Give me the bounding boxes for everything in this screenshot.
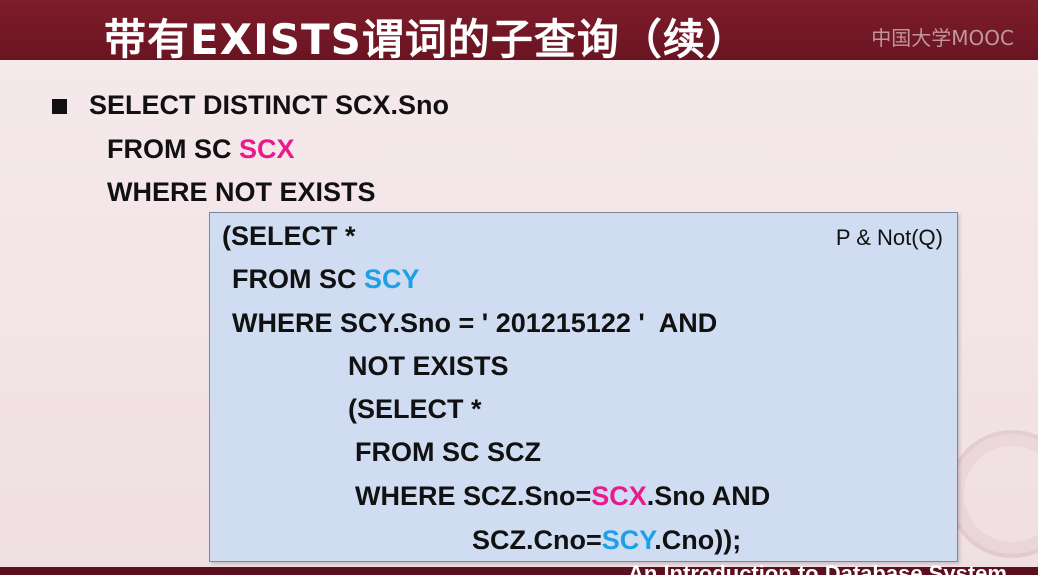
alias-scy: SCY	[601, 525, 655, 555]
bullet-square-icon	[52, 99, 67, 114]
subquery-line-1: (SELECT *	[222, 221, 356, 251]
code-text: FROM SC	[107, 134, 239, 164]
slide: 带有EXISTS谓词的子查询（续） 中国大学MOOC SELECT DISTIN…	[0, 0, 1038, 575]
code-line-from: FROM SC SCX	[107, 134, 295, 165]
logic-annotation: P & Not(Q)	[835, 225, 943, 250]
subquery-line-4: NOT EXISTS	[348, 351, 509, 381]
subquery-line-3: WHERE SCY.Sno = ' 201215122 ' AND	[232, 308, 718, 338]
code-text: WHERE SCZ.Sno=	[355, 481, 592, 511]
subquery-line-6: FROM SC SCZ	[355, 437, 541, 467]
code-text: .Sno AND	[646, 481, 771, 511]
code-text: .Cno));	[654, 525, 742, 555]
alias-scx: SCX	[239, 134, 295, 164]
alias-scx: SCX	[591, 481, 647, 511]
watermark: 中国大学MOOC	[871, 26, 1014, 50]
code-text: FROM SC	[232, 264, 364, 294]
seal-watermark	[948, 430, 1038, 558]
subquery-line-5: (SELECT *	[348, 394, 482, 424]
code-line-where: WHERE NOT EXISTS	[107, 177, 376, 207]
subquery-line-7: WHERE SCZ.Sno=SCX.Sno AND	[355, 481, 770, 512]
slide-title: 带有EXISTS谓词的子查询（续）	[104, 15, 749, 64]
subquery-line-2: FROM SC SCY	[232, 264, 420, 295]
code-text: SCZ.Cno=	[472, 525, 602, 555]
code-line-select: SELECT DISTINCT SCX.Sno	[89, 90, 450, 120]
alias-scy: SCY	[364, 264, 420, 294]
subquery-line-8: SCZ.Cno=SCY.Cno));	[472, 525, 741, 556]
title-band: 带有EXISTS谓词的子查询（续） 中国大学MOOC	[0, 0, 1038, 64]
footer-text: An Introduction to Database System	[628, 561, 1007, 575]
subquery-box: P & Not(Q) (SELECT * FROM SC SCY WHERE S…	[209, 212, 958, 562]
